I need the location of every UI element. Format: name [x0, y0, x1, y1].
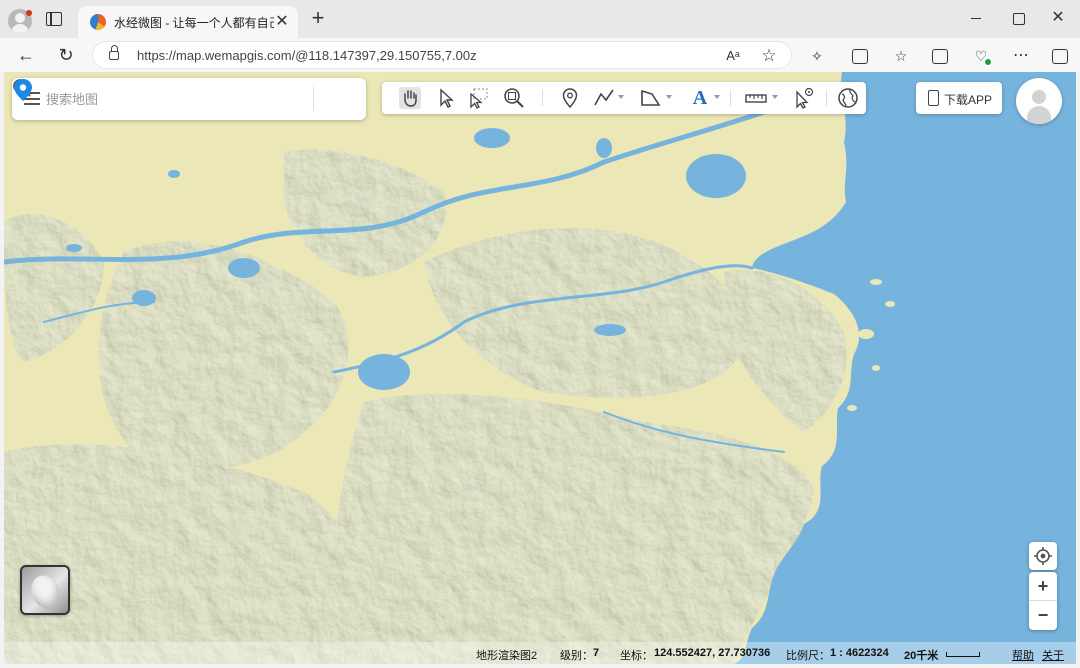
lake: [596, 138, 612, 158]
divider: [826, 90, 827, 106]
add-favorite-icon[interactable]: ☆: [759, 46, 779, 66]
browser-window: 水经微图 - 让每一个人都有自己的 ✕ + ✕ ← ↻ https://map.…: [0, 0, 1080, 668]
browser-titlebar: 水经微图 - 让每一个人都有自己的 ✕ + ✕: [0, 0, 1080, 38]
minimize-button[interactable]: [966, 8, 986, 28]
map-toolbar: A: [382, 82, 866, 114]
identify-icon[interactable]: [792, 86, 816, 110]
zoom-level: 7: [593, 647, 600, 659]
box-select-icon[interactable]: [466, 86, 490, 110]
scale-label: 比例尺：: [786, 650, 830, 662]
zoom-control: + −: [1029, 572, 1057, 630]
tab-actions-icon[interactable]: [46, 12, 62, 26]
split-screen-icon[interactable]: [852, 49, 868, 64]
zoom-out-button[interactable]: −: [1029, 601, 1057, 630]
search-panel: [12, 78, 366, 120]
lock-icon[interactable]: [109, 45, 119, 60]
back-button[interactable]: ←: [14, 43, 38, 67]
marker-pin-icon[interactable]: [558, 86, 582, 110]
status-ok-icon: [984, 58, 992, 66]
lake: [66, 244, 82, 252]
user-avatar[interactable]: [1016, 78, 1062, 124]
pan-hand-icon[interactable]: [398, 86, 422, 110]
select-arrow-icon[interactable]: [434, 86, 458, 110]
text-icon[interactable]: A: [688, 86, 712, 110]
download-app-button[interactable]: 下载APP: [916, 82, 1002, 114]
browser-navbar: ← ↻ https://map.wemapgis.com/@118.147397…: [0, 38, 1080, 72]
sidebar-toggle-icon[interactable]: [1052, 49, 1068, 64]
terrain-map[interactable]: [4, 72, 1076, 664]
chevron-down-icon[interactable]: [772, 95, 778, 99]
maximize-button[interactable]: [1008, 8, 1028, 28]
collections-icon[interactable]: [932, 49, 948, 64]
help-link[interactable]: 帮助: [1012, 647, 1034, 663]
lake: [594, 324, 626, 336]
coordinate-label: 坐标：: [620, 650, 653, 662]
search-input[interactable]: [46, 88, 266, 110]
cursor-coordinates: 124.552427, 27.730736: [654, 647, 771, 659]
polyline-icon[interactable]: [592, 86, 616, 110]
divider: [730, 90, 731, 106]
polygon-icon[interactable]: [638, 86, 662, 110]
phone-icon: [928, 90, 939, 106]
current-layer: 地形渲染图2: [476, 650, 538, 662]
lake: [474, 128, 510, 148]
lake-taihu: [686, 154, 746, 198]
window-close-button[interactable]: ✕: [1048, 8, 1068, 28]
read-aloud-icon[interactable]: Aᵃ: [723, 46, 743, 66]
globe-icon[interactable]: [836, 86, 860, 110]
tab-title: 水经微图 - 让每一个人都有自己的: [114, 15, 274, 30]
scale-distance: 20千米: [904, 650, 939, 662]
divider: [542, 90, 543, 106]
notification-dot-icon: [26, 10, 32, 16]
favorites-icon[interactable]: ☆: [892, 47, 910, 65]
new-tab-button[interactable]: +: [308, 7, 328, 29]
divider: [313, 87, 314, 111]
zoom-in-button[interactable]: +: [1029, 572, 1057, 601]
extensions-icon[interactable]: ✧: [808, 47, 826, 65]
basemap-switcher[interactable]: [20, 565, 70, 615]
site-favicon-icon: [90, 14, 106, 30]
lake: [228, 258, 260, 278]
measure-ruler-icon[interactable]: [744, 86, 768, 110]
locate-me-button[interactable]: [1029, 542, 1057, 570]
chevron-down-icon[interactable]: [714, 95, 720, 99]
tab-close-icon[interactable]: ✕: [274, 14, 290, 30]
address-bar[interactable]: https://map.wemapgis.com/@118.147397,29.…: [92, 41, 792, 69]
about-link[interactable]: 关于: [1042, 647, 1064, 663]
map-scale: 1 : 4622324: [830, 647, 889, 659]
crosshair-icon: [1034, 547, 1052, 565]
browser-tab[interactable]: 水经微图 - 让每一个人都有自己的 ✕: [78, 6, 298, 38]
url-text[interactable]: https://map.wemapgis.com/@118.147397,29.…: [137, 48, 477, 63]
download-app-label: 下载APP: [944, 93, 993, 107]
map-canvas[interactable]: A 下载APP: [4, 72, 1076, 664]
more-options-icon[interactable]: ⋯: [1012, 47, 1030, 65]
zoom-box-icon[interactable]: [502, 86, 526, 110]
reload-button[interactable]: ↻: [54, 43, 78, 67]
level-label: 级别：: [560, 650, 593, 662]
map-status-bar: 地形渲染图2 级别： 7 坐标： 124.552427, 27.730736 比…: [4, 642, 1076, 664]
chevron-down-icon[interactable]: [618, 95, 624, 99]
chevron-down-icon[interactable]: [666, 95, 672, 99]
location-pin-icon[interactable]: [12, 78, 34, 102]
lake: [168, 170, 180, 178]
scale-bar: [946, 652, 980, 657]
